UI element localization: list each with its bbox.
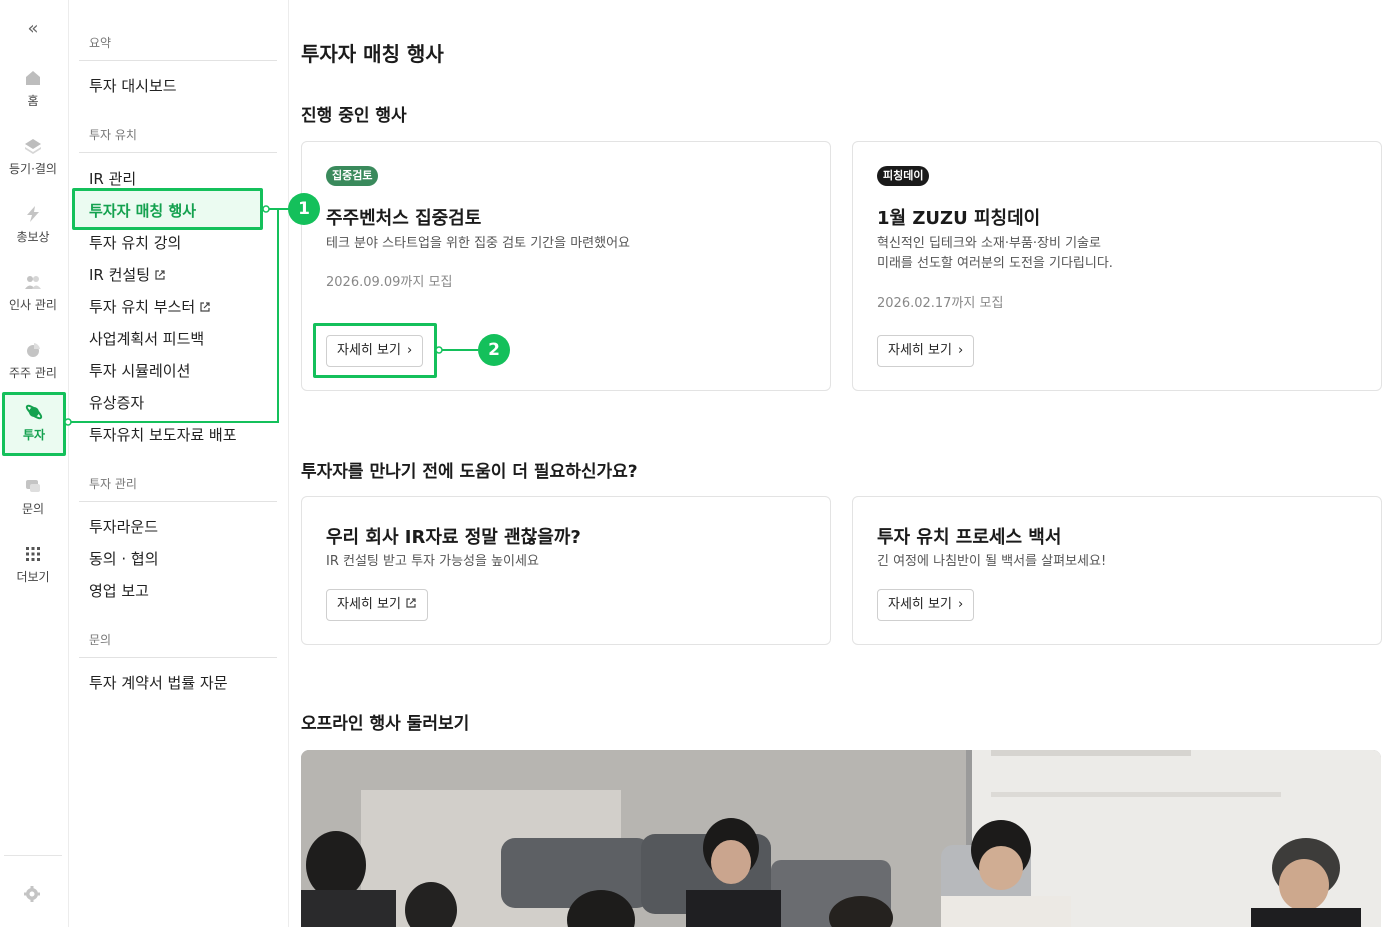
rail-item-compensation[interactable]: 총보상: [0, 194, 66, 258]
chevron-right-icon: ›: [957, 597, 964, 612]
nav-item-business-report[interactable]: 영업 보고: [89, 580, 149, 601]
page-title: 투자자 매칭 행사: [301, 42, 444, 66]
event-description-line: 혁신적인 딥테크와 소재·부품·장비 기술로: [877, 236, 1101, 251]
nav-item-label: IR 컨설팅: [89, 266, 151, 284]
nav-item-fundraising-booster[interactable]: 투자 유치 부스터: [89, 296, 211, 317]
section-title-summary: 요약: [89, 36, 112, 50]
event-card: 피칭데이 1월 ZUZU 피칭데이 혁신적인 딥테크와 소재·부품·장비 기술로…: [852, 141, 1382, 391]
help-card-description: 긴 여정에 나침반이 될 백서를 살펴보세요!: [877, 554, 1107, 569]
event-tag: 피칭데이: [877, 166, 930, 186]
nav-item-paid-in-capital[interactable]: 유상증자: [89, 392, 144, 413]
nav-item-ir-consulting[interactable]: IR 컨설팅: [89, 264, 166, 285]
chevron-right-icon: ›: [957, 343, 964, 358]
event-photo-illustration: [301, 750, 1381, 927]
collapse-sidebar-icon[interactable]: «: [0, 14, 66, 44]
rail-item-label: 등기·결의: [9, 162, 57, 176]
rail-item-registry[interactable]: 등기·결의: [0, 126, 66, 190]
external-link-icon: [406, 598, 416, 608]
event-detail-button[interactable]: 자세히 보기 ›: [877, 335, 975, 367]
help-card-title: 우리 회사 IR자료 정말 괜찮을까?: [326, 527, 581, 548]
event-description: 테크 분야 스타트업을 위한 집중 검토 기간을 마련했어요: [326, 236, 631, 251]
section-title-fundraising: 투자 유치: [89, 128, 137, 142]
button-label: 자세히 보기: [888, 597, 952, 612]
people-icon: [25, 276, 41, 289]
nav-item-press-release[interactable]: 투자유치 보도자료 배포: [89, 424, 237, 445]
callout-badge-1: 1: [288, 193, 320, 225]
rail-item-hr[interactable]: 인사 관리: [0, 262, 66, 326]
gear-icon[interactable]: [22, 884, 42, 904]
section-divider: [79, 60, 277, 61]
rail-item-label: 더보기: [16, 570, 50, 584]
help-card-whitepaper: 투자 유치 프로세스 백서 긴 여정에 나침반이 될 백서를 살펴보세요! 자세…: [852, 496, 1382, 645]
event-tag: 집중검토: [326, 166, 379, 186]
event-description-line: 미래를 선도할 여러분의 도전을 기다립니다.: [877, 256, 1113, 271]
rail-item-label: 주주 관리: [9, 366, 57, 380]
ongoing-events-title: 진행 중인 행사: [301, 106, 407, 126]
nav-item-investor-matching[interactable]: 투자자 매칭 행사: [89, 200, 196, 221]
rail-divider: [4, 855, 62, 856]
detail-button-highlight: [313, 323, 437, 378]
section-divider: [79, 152, 277, 153]
external-link-icon: [200, 302, 210, 312]
button-label: 자세히 보기: [888, 343, 952, 358]
nav-item-investment-dashboard[interactable]: 투자 대시보드: [89, 75, 177, 96]
rail-item-investment[interactable]: 투자: [2, 392, 66, 456]
help-card-detail-button[interactable]: 자세히 보기: [326, 589, 428, 621]
planet-icon: [25, 404, 43, 420]
help-card-title: 투자 유치 프로세스 백서: [877, 527, 1062, 548]
help-card-description: IR 컨설팅 받고 투자 가능성을 높이세요: [326, 554, 539, 569]
rail-item-home[interactable]: 홈: [0, 58, 66, 122]
nav-item-label: 투자 유치 부스터: [89, 298, 196, 316]
investment-subnav: 요약 투자 대시보드 투자 유치 IR 관리 투자자 매칭 행사 투자 유치 강…: [69, 0, 289, 927]
main-content: 투자자 매칭 행사 진행 중인 행사 집중검토 주주벤처스 집중검토 테크 분야…: [289, 0, 1392, 927]
nav-item-consent[interactable]: 동의 · 협의: [89, 548, 159, 569]
rail-item-inquiry[interactable]: 문의: [0, 466, 66, 530]
nav-item-investment-simulation[interactable]: 투자 시뮬레이션: [89, 360, 190, 381]
rail-item-label: 총보상: [16, 230, 50, 244]
nav-item-business-plan-feedback[interactable]: 사업계획서 피드백: [89, 328, 204, 349]
event-title: 1월 ZUZU 피칭데이: [877, 208, 1041, 229]
rail-item-label: 인사 관리: [9, 298, 57, 312]
section-divider: [79, 657, 277, 658]
callout-badge-2: 2: [478, 334, 510, 366]
rail-item-label: 투자: [22, 428, 46, 442]
help-card-ir: 우리 회사 IR자료 정말 괜찮을까? IR 컨설팅 받고 투자 가능성을 높이…: [301, 496, 831, 645]
pie-icon: [27, 343, 40, 357]
section-title-investment-management: 투자 관리: [89, 477, 137, 491]
event-deadline: 2026.09.09까지 모집: [326, 275, 453, 290]
grid-icon: [26, 547, 40, 561]
help-section-title: 투자자를 만나기 전에 도움이 더 필요하신가요?: [301, 462, 638, 482]
event-deadline: 2026.02.17까지 모집: [877, 296, 1004, 311]
nav-item-investment-rounds[interactable]: 투자라운드: [89, 516, 158, 537]
home-icon: [26, 71, 40, 85]
external-link-icon: [155, 270, 165, 280]
button-label: 자세히 보기: [337, 597, 401, 612]
section-divider: [79, 501, 277, 502]
nav-item-legal-advice[interactable]: 투자 계약서 법률 자문: [89, 672, 228, 693]
bolt-icon: [27, 206, 39, 222]
offline-event-photo: [301, 750, 1381, 927]
rail-item-label: 홈: [27, 94, 39, 108]
rail-item-label: 문의: [21, 502, 45, 516]
nav-item-ir-management[interactable]: IR 관리: [89, 168, 136, 189]
rail-item-shareholders[interactable]: 주주 관리: [0, 330, 66, 394]
rail-item-more[interactable]: 더보기: [0, 534, 66, 598]
nav-item-fundraising-lecture[interactable]: 투자 유치 강의: [89, 232, 181, 253]
event-description: 혁신적인 딥테크와 소재·부품·장비 기술로 미래를 선도할 여러분의 도전을 …: [877, 234, 1113, 274]
offline-events-title: 오프라인 행사 둘러보기: [301, 714, 470, 734]
chat-icon: [26, 480, 40, 492]
event-title: 주주벤처스 집중검토: [326, 208, 482, 229]
layers-icon: [25, 139, 41, 154]
icon-rail: « 홈 등기·결의 총보상 인사 관리 주주 관리 투자 문의 더보기: [0, 0, 69, 927]
section-title-inquiry: 문의: [89, 633, 112, 647]
help-card-detail-button[interactable]: 자세히 보기 ›: [877, 589, 975, 621]
